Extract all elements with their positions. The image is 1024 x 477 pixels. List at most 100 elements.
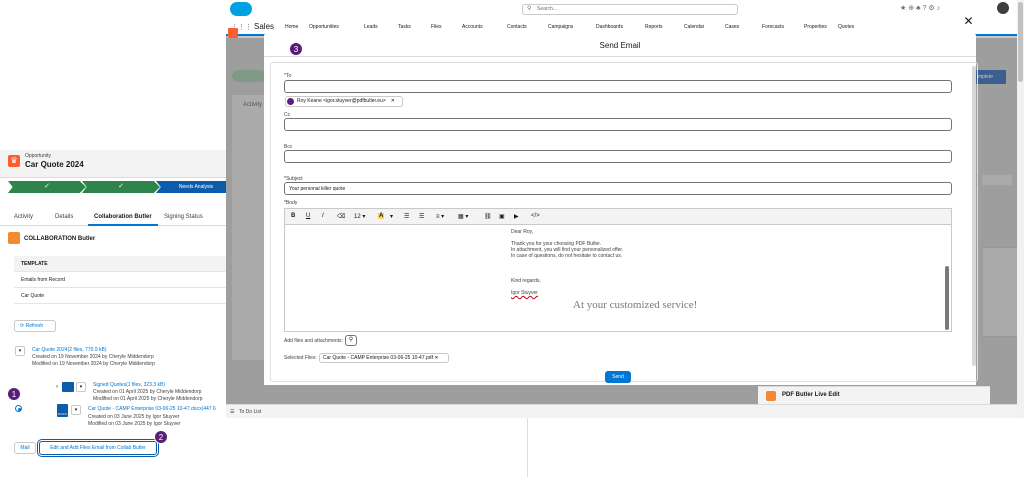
table-icon[interactable]: ▦ ▾ bbox=[458, 213, 468, 220]
folder-modified: Modified on 01 April 2025 by Cheryle Mid… bbox=[93, 396, 203, 402]
nav-item-accounts[interactable]: Accounts bbox=[462, 24, 483, 30]
todo-list-icon[interactable]: ☰ bbox=[230, 409, 234, 415]
nav-item-campaigns[interactable]: Campaigns bbox=[548, 24, 573, 30]
live-edit-label: PDF Butler Live Edit bbox=[782, 392, 840, 398]
bg-tab-activity: Activity bbox=[243, 102, 263, 108]
contact-avatar-icon bbox=[287, 98, 294, 105]
selected-file-pill[interactable]: Car Quote - CAMP Enterprise 03-06-25 10-… bbox=[319, 353, 449, 363]
folder-name[interactable]: Car Quote 2024(2 files, 770.9 kB) bbox=[32, 347, 107, 353]
body-label: *Body bbox=[284, 200, 298, 206]
nav-item-leads[interactable]: Leads bbox=[364, 24, 378, 30]
italic-icon[interactable]: I bbox=[322, 213, 324, 219]
edit-add-files-email-button[interactable]: Edit and Add Files Email from Collab But… bbox=[37, 439, 159, 457]
chevron-down-icon[interactable]: ▾ bbox=[390, 213, 393, 220]
header-icons[interactable]: ★ ⊕ ♣ ? ⚙ ♪ bbox=[900, 4, 940, 12]
app-name: Sales bbox=[254, 22, 275, 31]
recipient-pill[interactable]: Roy Keane <igor.stuyver@pdfbutler.eu> ✕ bbox=[285, 96, 403, 107]
nav-item-home[interactable]: Home bbox=[285, 24, 298, 30]
image-icon[interactable]: ▣ bbox=[499, 213, 505, 220]
avatar[interactable] bbox=[997, 2, 1009, 14]
nav-item-properties[interactable]: Properties bbox=[804, 24, 827, 30]
table-row[interactable]: Emails from Record bbox=[14, 272, 228, 288]
file-radio[interactable] bbox=[15, 405, 22, 412]
tab-activity[interactable]: Activity bbox=[14, 214, 33, 220]
underline-icon[interactable]: U bbox=[306, 213, 310, 219]
table-row[interactable]: Car Quote bbox=[14, 288, 228, 304]
recipient-text: Roy Keane <igor.stuyver@pdfbutler.eu> bbox=[297, 98, 386, 104]
to-input[interactable] bbox=[284, 80, 952, 93]
tab-signing-status[interactable]: Signing Status bbox=[164, 214, 203, 220]
tab-active-indicator bbox=[88, 224, 158, 226]
page-scrollbar-thumb[interactable] bbox=[1018, 2, 1023, 82]
bcc-input[interactable] bbox=[284, 150, 952, 163]
record-type-label: Opportunity bbox=[25, 153, 51, 159]
font-size-select[interactable]: 12 ▾ bbox=[354, 213, 365, 220]
nav-item-cases[interactable]: Cases bbox=[725, 24, 739, 30]
nav-item-tasks[interactable]: Tasks bbox=[398, 24, 411, 30]
clear-format-icon[interactable]: ⌫ bbox=[337, 213, 345, 220]
body-closing: Kind regards, bbox=[511, 278, 541, 284]
step-badge-2: 2 bbox=[154, 430, 168, 444]
folder-name[interactable]: Signed Quotes(1 files, 323.3 kB) bbox=[93, 382, 165, 388]
remove-icon[interactable]: ✕ bbox=[434, 355, 438, 361]
nav-item-opportunities[interactable]: Opportunities bbox=[309, 24, 339, 30]
expand-icon[interactable]: › bbox=[56, 384, 58, 390]
nav-item-quotes[interactable]: Quotes bbox=[838, 24, 854, 30]
pdf-butler-icon bbox=[766, 391, 776, 401]
nav-item-forecasts[interactable]: Forecasts bbox=[762, 24, 784, 30]
body-greeting: Dear Roy, bbox=[511, 229, 534, 235]
text-color-icon[interactable]: A bbox=[378, 213, 385, 219]
tab-details[interactable]: Details bbox=[55, 214, 73, 220]
body-label-text: Body bbox=[285, 200, 298, 206]
numbered-list-icon[interactable]: ☰ bbox=[419, 213, 424, 220]
modal-title: Send Email bbox=[599, 41, 641, 50]
utility-bar: ☰ To Do List bbox=[226, 404, 1024, 418]
utility-icon[interactable] bbox=[228, 28, 238, 38]
bg-field bbox=[982, 175, 1012, 185]
close-icon[interactable]: ✕ bbox=[961, 14, 976, 29]
todo-list-label[interactable]: To Do List bbox=[239, 409, 261, 415]
send-button[interactable]: Send bbox=[605, 371, 631, 383]
link-icon[interactable]: ⛓ bbox=[484, 213, 492, 220]
tab-collaboration-butler[interactable]: Collaboration Butler bbox=[94, 214, 152, 220]
subject-input[interactable] bbox=[284, 182, 952, 195]
body-signature-name: Igor Stuyver bbox=[511, 290, 538, 296]
pdf-butler-live-edit[interactable]: PDF Butler Live Edit bbox=[758, 386, 990, 404]
bold-icon[interactable]: B bbox=[291, 213, 295, 219]
editor-scrollbar[interactable] bbox=[945, 266, 949, 330]
path-step-1[interactable]: ✓ bbox=[8, 181, 86, 193]
bullet-list-icon[interactable]: ☰ bbox=[404, 213, 409, 220]
refresh-button[interactable]: ⟳ Refresh bbox=[14, 320, 56, 332]
nav-item-reports[interactable]: Reports bbox=[645, 24, 663, 30]
path-step-2[interactable]: ✓ bbox=[82, 181, 160, 193]
file-created: Created on 03 June 2025 by Igor Stuyver bbox=[88, 414, 180, 420]
modal-scrollbar[interactable] bbox=[972, 66, 976, 366]
crown-icon: ♛ bbox=[8, 155, 20, 167]
remove-icon[interactable]: ✕ bbox=[391, 98, 395, 104]
folder-modified: Modified on 19 November 2024 by Cheryle … bbox=[32, 361, 155, 367]
step-badge-1: 1 bbox=[7, 387, 21, 401]
mail-button[interactable]: Mail bbox=[14, 442, 36, 454]
align-icon[interactable]: ≡ ▾ bbox=[436, 213, 444, 220]
cc-input[interactable] bbox=[284, 118, 952, 131]
file-name[interactable]: Car Quote - CAMP Enterprise 03-06-25 10-… bbox=[88, 406, 216, 412]
collab-butler-icon bbox=[8, 232, 20, 244]
folder-icon bbox=[62, 382, 74, 392]
bg-card bbox=[232, 95, 264, 360]
source-code-icon[interactable]: </> bbox=[531, 213, 540, 219]
video-icon[interactable]: ▶ bbox=[514, 213, 519, 220]
nav-item-contacts[interactable]: Contacts bbox=[507, 24, 527, 30]
attach-icon[interactable]: ⚲ bbox=[345, 335, 357, 346]
nav-item-dashboards[interactable]: Dashboards bbox=[596, 24, 623, 30]
template-table: TEMPLATE Emails from Record Car Quote bbox=[14, 256, 228, 304]
body-signature-tagline: At your customized service! bbox=[573, 299, 698, 311]
chevron-down-icon[interactable]: ▾ bbox=[71, 405, 81, 415]
chevron-down-icon[interactable]: ▾ bbox=[76, 382, 86, 392]
refresh-label: Refresh bbox=[25, 323, 44, 329]
body-editor[interactable] bbox=[284, 225, 952, 332]
nav-item-calendar[interactable]: Calendar bbox=[684, 24, 704, 30]
global-search-input[interactable]: Search... bbox=[522, 4, 738, 15]
nav-item-files[interactable]: Files bbox=[431, 24, 442, 30]
path-step-current[interactable]: Needs Analysis bbox=[156, 181, 236, 193]
chevron-down-icon[interactable]: ▾ bbox=[15, 346, 25, 356]
